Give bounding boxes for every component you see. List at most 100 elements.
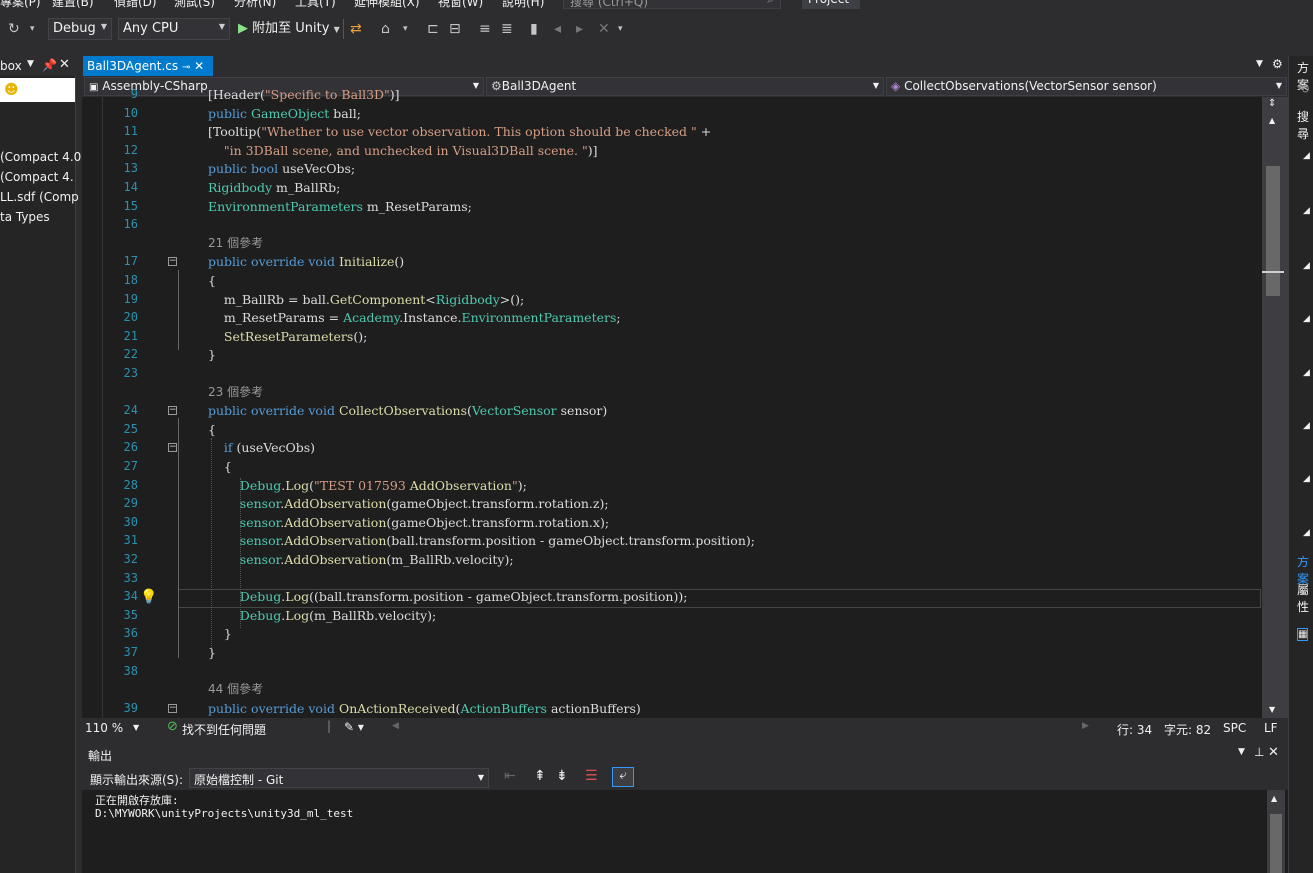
menu-analyze[interactable]: 分析(N) [234, 0, 276, 10]
menu-build[interactable]: 建置(B) [52, 0, 94, 10]
clear-all-icon[interactable]: ☰ [585, 768, 598, 784]
menu-project[interactable]: 專案(P) [0, 0, 41, 10]
output-content[interactable] [82, 790, 1288, 873]
pin-icon[interactable]: ⊸ [182, 62, 190, 73]
tab-ball3dagent[interactable]: Ball3DAgent.cs ⊸ ✕ [83, 56, 213, 76]
expand-icon[interactable]: ◢ [1303, 261, 1310, 271]
close-icon[interactable]: ✕ [59, 57, 70, 72]
clear-bookmarks-icon[interactable]: ✕ [598, 18, 610, 40]
scrollbar-thumb[interactable] [1266, 166, 1280, 296]
brush-icon[interactable]: ✎ ▾ [344, 720, 364, 734]
properties-grid-icon[interactable]: ▦ [1297, 628, 1309, 641]
collapse-icon[interactable]: − [168, 257, 177, 266]
dropdown-icon[interactable]: ▾ [618, 18, 623, 40]
chevron-down-icon[interactable]: ▼ [133, 723, 139, 732]
toolbox-search[interactable]: ☻ [0, 78, 75, 102]
dropdown-icon[interactable]: ▾ [403, 18, 408, 40]
scroll-up-icon[interactable]: ▲ [1269, 116, 1275, 125]
expand-icon[interactable]: ◢ [1303, 474, 1310, 484]
close-icon[interactable]: ✕ [194, 59, 204, 73]
step-over-icon[interactable]: ⊟ [449, 18, 461, 40]
output-scrollbar[interactable]: ▲ [1267, 790, 1285, 873]
reference-count[interactable]: 23 個參考 [208, 383, 263, 402]
outdent-icon[interactable]: ≣ [501, 18, 513, 40]
pin-icon[interactable]: ⊥ [1254, 745, 1264, 759]
redo-dropdown-icon[interactable]: ▾ [30, 18, 35, 40]
line-ending-indicator[interactable]: LF [1264, 721, 1278, 735]
output-source-select[interactable]: 原始檔控制 - Git ▼ [189, 768, 489, 788]
collapse-icon[interactable]: − [168, 704, 177, 713]
go-to-line-icon[interactable]: ⇤ [504, 768, 516, 784]
expand-icon[interactable]: ◢ [1303, 528, 1310, 538]
toolbox-item[interactable]: LL.sdf (Comp [0, 190, 79, 204]
line-number: 15 [123, 199, 138, 213]
toolbox-item[interactable]: (Compact 4.0 [0, 150, 81, 164]
csharp-project-icon: ▣ [89, 82, 99, 93]
prev-bookmark-icon[interactable]: ◂ [554, 18, 561, 40]
step-into-icon[interactable]: ⊏ [427, 18, 439, 40]
scroll-right-icon[interactable]: ▶ [1082, 721, 1089, 731]
chevron-down-icon: ▼ [333, 25, 340, 34]
chevron-down-icon: ▼ [100, 22, 107, 31]
collapse-icon[interactable]: − [168, 443, 177, 452]
chevron-down-icon[interactable]: ▼ [27, 59, 34, 69]
menu-test[interactable]: 測試(S) [174, 0, 215, 10]
menu-extensions[interactable]: 延伸模組(X) [354, 0, 420, 10]
expand-icon[interactable]: ◢ [1303, 314, 1310, 324]
line-number: 17 [123, 254, 138, 268]
menu-help[interactable]: 說明(H) [502, 0, 544, 10]
expand-icon[interactable]: ◢ [1303, 206, 1310, 216]
expand-icon[interactable]: ◢ [1303, 421, 1310, 431]
bookmark-icon[interactable]: ▮ [530, 18, 538, 40]
hot-reload-icon[interactable]: ⇄ [350, 18, 362, 40]
platform-value: Any CPU [123, 21, 179, 36]
word-wrap-icon[interactable]: ⤶ [612, 767, 634, 787]
line-number: 12 [123, 143, 138, 157]
solution-explorer-icon[interactable]: ⌂ [381, 18, 390, 40]
lightbulb-icon[interactable]: 💡 [140, 589, 157, 605]
zoom-level[interactable]: 110 % [85, 721, 123, 735]
indent-icon[interactable]: ≡ [479, 18, 491, 40]
menu-debug[interactable]: 偵錯(D) [114, 0, 157, 10]
expand-icon[interactable]: ◢ [1303, 151, 1310, 161]
member-dropdown[interactable]: ◈ CollectObservations(VectorSensor senso… [886, 77, 1287, 96]
gear-icon[interactable]: ⚙ [1272, 57, 1283, 71]
solution-search[interactable]: 搜尋 [1297, 108, 1313, 142]
chevron-down-icon[interactable]: ▼ [1238, 747, 1245, 757]
line-number: 28 [123, 478, 138, 492]
menu-tools[interactable]: 工具(T) [295, 0, 336, 10]
toolbox-title: box [0, 59, 22, 73]
scrollbar-thumb[interactable] [1270, 814, 1282, 873]
tab-list-icon[interactable]: ▼ [1256, 59, 1263, 69]
expand-icon[interactable]: ◢ [1303, 368, 1310, 378]
chevron-down-icon: ▼ [1275, 81, 1282, 90]
scroll-left-icon[interactable]: ◀ [392, 721, 399, 731]
class-dropdown[interactable]: ⚙Ball3DAgent ▼ [486, 77, 884, 96]
tab-properties[interactable]: 屬性 [1297, 581, 1313, 615]
code-line: [Tooltip("Whether to use vector observat… [208, 124, 712, 139]
issues-status[interactable]: 找不到任何問題 [182, 721, 266, 738]
reference-count[interactable]: 21 個參考 [208, 234, 263, 253]
next-message-icon[interactable]: ⇟ [556, 768, 568, 784]
split-icon[interactable]: ⇕ [1268, 98, 1276, 109]
solution-explorer-panel: 方案 ⟲ 搜尋 ◢ ◢ ◢ ◢ ◢ ◢ ◢ ◢ 方案 屬性 ▦ [1288, 56, 1313, 873]
toolbox-item[interactable]: (Compact 4. [0, 170, 74, 184]
back-icon[interactable]: ⟲ [1299, 82, 1309, 96]
prev-message-icon[interactable]: ⇞ [534, 768, 546, 784]
pin-icon[interactable]: 📌 [42, 58, 57, 72]
scroll-down-icon[interactable]: ▼ [1269, 705, 1275, 714]
search-input[interactable]: 搜尋 (Ctrl+Q) ⌕ [563, 0, 781, 9]
toolbox-item[interactable]: ta Types [0, 210, 50, 224]
close-icon[interactable]: ✕ [1268, 745, 1279, 760]
scroll-up-icon[interactable]: ▲ [1271, 794, 1277, 803]
config-select[interactable]: Debug ▼ [48, 18, 112, 40]
collapse-icon[interactable]: − [168, 406, 177, 415]
attach-unity-button[interactable]: ▶ 附加至 Unity ▼ [238, 18, 340, 40]
whitespace-indicator[interactable]: SPC [1223, 721, 1246, 735]
selection-margin [102, 97, 103, 718]
next-bookmark-icon[interactable]: ▸ [576, 18, 583, 40]
platform-select[interactable]: Any CPU ▼ [118, 18, 230, 40]
reference-count[interactable]: 44 個參考 [208, 680, 263, 699]
menu-window[interactable]: 視窗(W) [438, 0, 483, 10]
redo-icon[interactable]: ↻ [8, 18, 20, 40]
